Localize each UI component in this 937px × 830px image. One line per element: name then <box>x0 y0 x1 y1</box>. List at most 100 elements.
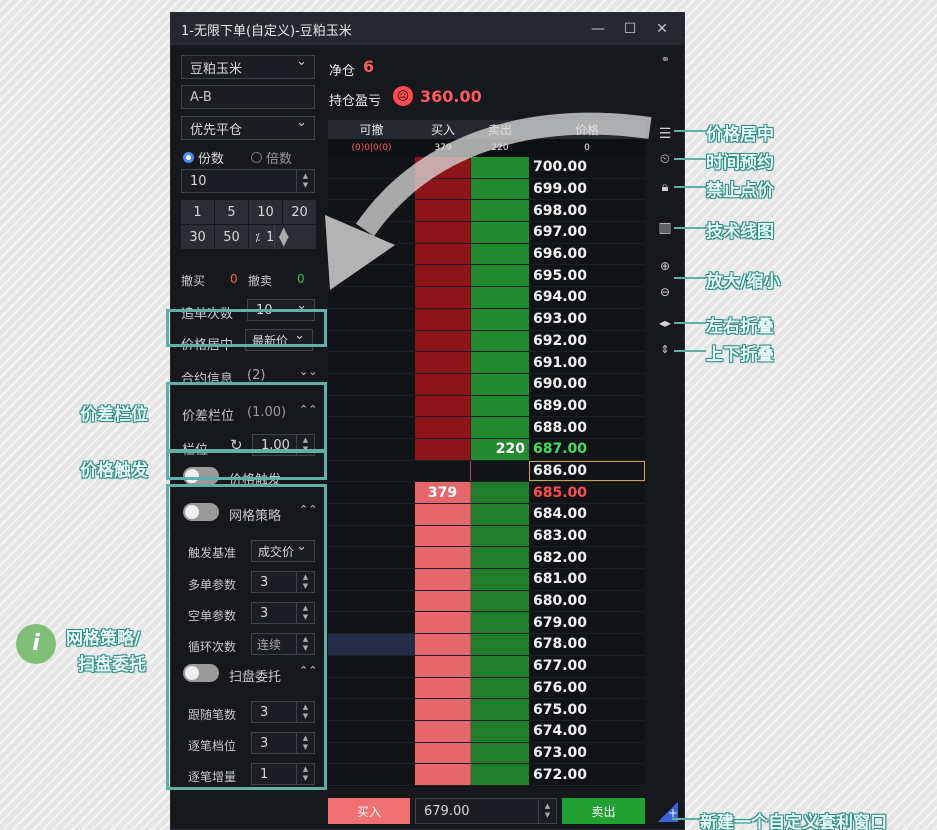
cancel-cell[interactable] <box>328 482 415 503</box>
cancel-cell[interactable] <box>328 373 415 395</box>
sell-cell[interactable]: 220 <box>471 438 529 460</box>
sell-cell[interactable] <box>471 460 529 482</box>
sell-cell[interactable] <box>471 417 529 438</box>
cancel-cell[interactable] <box>328 308 415 330</box>
quick-qty-30[interactable]: 30 <box>181 225 214 249</box>
price-cell[interactable]: 683.00 <box>529 525 645 547</box>
price-cell[interactable]: 691.00 <box>529 352 645 373</box>
price-cell[interactable]: 685.00 <box>529 482 645 503</box>
sell-cell[interactable] <box>471 330 529 352</box>
cancel-cell[interactable] <box>328 504 415 525</box>
buy-cell[interactable] <box>415 699 471 720</box>
quick-qty-5[interactable]: 5 <box>215 200 248 224</box>
price-cell[interactable]: 690.00 <box>529 373 645 395</box>
sell-cell[interactable] <box>471 395 529 417</box>
cancel-cell[interactable] <box>328 569 415 590</box>
buy-cell[interactable] <box>415 157 471 178</box>
cancel-cell[interactable] <box>328 178 415 200</box>
radio-share[interactable]: 份数 <box>183 148 224 167</box>
sell-cell[interactable] <box>471 373 529 395</box>
price-cell[interactable]: 699.00 <box>529 178 645 200</box>
cancel-cell[interactable] <box>328 612 415 634</box>
price-cell[interactable]: 680.00 <box>529 590 645 612</box>
price-cell[interactable]: 672.00 <box>529 764 645 785</box>
cancel-cell[interactable] <box>328 590 415 612</box>
price-cell[interactable]: 678.00 <box>529 634 645 655</box>
price-cell[interactable]: 700.00 <box>529 157 645 178</box>
buy-cell[interactable] <box>415 438 471 460</box>
minimize-icon[interactable]: — <box>582 21 614 37</box>
sell-cell[interactable] <box>471 157 529 178</box>
fold-ud-icon[interactable]: ⇕ <box>657 343 673 356</box>
radio-multi[interactable]: 倍数 <box>251 148 292 167</box>
sell-cell[interactable] <box>471 222 529 243</box>
sell-cell[interactable] <box>471 352 529 373</box>
cancel-cell[interactable] <box>328 634 415 655</box>
buy-cell[interactable] <box>415 764 471 785</box>
price-cell[interactable]: 682.00 <box>529 547 645 569</box>
cancel-cell[interactable] <box>328 460 415 482</box>
buy-cell[interactable] <box>415 504 471 525</box>
buy-cell[interactable] <box>415 742 471 764</box>
sell-cell[interactable] <box>471 525 529 547</box>
sell-cell[interactable] <box>471 699 529 720</box>
cancel-cell[interactable] <box>328 265 415 287</box>
price-cell[interactable]: 681.00 <box>529 569 645 590</box>
cancel-cell[interactable] <box>328 720 415 742</box>
sell-cell[interactable] <box>471 655 529 677</box>
zoom-out-icon[interactable]: ⊖ <box>657 285 673 299</box>
buy-cell[interactable] <box>415 720 471 742</box>
price-cell[interactable]: 694.00 <box>529 287 645 308</box>
sell-cell[interactable] <box>471 720 529 742</box>
quick-qty-20[interactable]: 20 <box>283 200 316 224</box>
sell-cell[interactable] <box>471 612 529 634</box>
sell-cell[interactable] <box>471 504 529 525</box>
maximize-icon[interactable]: ☐ <box>614 21 646 37</box>
cancel-cell[interactable] <box>328 417 415 438</box>
cancel-cell[interactable] <box>328 699 415 720</box>
buy-cell[interactable] <box>415 373 471 395</box>
buy-cell[interactable] <box>415 634 471 655</box>
buy-cell[interactable] <box>415 308 471 330</box>
cancel-cell[interactable] <box>328 287 415 308</box>
buy-cell[interactable] <box>415 417 471 438</box>
buy-cell[interactable] <box>415 525 471 547</box>
price-cell[interactable]: 674.00 <box>529 720 645 742</box>
sell-cell[interactable] <box>471 243 529 265</box>
qty-input[interactable]: 10 ▲ ▼ <box>181 169 315 193</box>
schedule-icon[interactable]: ⏲ <box>657 152 673 167</box>
cancel-cell[interactable] <box>328 742 415 764</box>
sell-cell[interactable] <box>471 178 529 200</box>
pct-field[interactable]: ⁒ 1 ▲ ▼ <box>249 225 316 249</box>
cancel-cell[interactable] <box>328 243 415 265</box>
cancel-cell[interactable] <box>328 547 415 569</box>
contract-select[interactable]: 豆粕玉米 <box>181 54 315 79</box>
sell-button[interactable]: 卖出 <box>562 798 645 824</box>
price-cell[interactable]: 687.00 <box>529 438 645 460</box>
cancel-cell[interactable] <box>328 222 415 243</box>
quick-qty-1[interactable]: 1 <box>181 200 214 224</box>
cancel-cell[interactable] <box>328 352 415 373</box>
cancel-cell[interactable] <box>328 395 415 417</box>
chart-icon[interactable]: ▥ <box>657 220 673 236</box>
sell-cell[interactable] <box>471 677 529 699</box>
buy-cell[interactable] <box>415 547 471 569</box>
cancel-cell[interactable] <box>328 655 415 677</box>
sell-cell[interactable] <box>471 482 529 503</box>
price-cell[interactable]: 679.00 <box>529 612 645 634</box>
sell-cell[interactable] <box>471 200 529 222</box>
sell-cell[interactable] <box>471 590 529 612</box>
buy-cell[interactable] <box>415 460 471 482</box>
buy-cell[interactable] <box>415 330 471 352</box>
fold-lr-icon[interactable]: ◂▸ <box>657 316 673 330</box>
cancel-cell[interactable] <box>328 157 415 178</box>
buy-cell[interactable] <box>415 395 471 417</box>
buy-cell[interactable] <box>415 677 471 699</box>
price-cell[interactable]: 697.00 <box>529 222 645 243</box>
price-cell[interactable]: 684.00 <box>529 504 645 525</box>
sell-cell[interactable] <box>471 742 529 764</box>
sell-cell[interactable] <box>471 547 529 569</box>
price-cell[interactable]: 688.00 <box>529 417 645 438</box>
price-cell[interactable]: 693.00 <box>529 308 645 330</box>
cancel-cell[interactable] <box>328 438 415 460</box>
